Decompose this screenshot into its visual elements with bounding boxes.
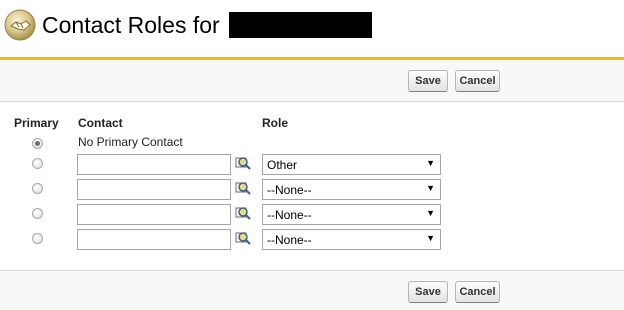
dropdown-arrow-icon: ▼: [426, 183, 435, 193]
page-title: Contact Roles for: [42, 12, 220, 38]
role-select-row-1[interactable]: Other ▼: [262, 154, 441, 175]
contact-input-row-1[interactable]: [77, 154, 231, 175]
contact-input-row-2[interactable]: [77, 179, 231, 200]
cancel-button-top[interactable]: Cancel: [455, 70, 500, 92]
dropdown-arrow-icon: ▼: [426, 233, 435, 243]
dropdown-arrow-icon: ▼: [426, 208, 435, 218]
no-primary-label: No Primary Contact: [78, 135, 183, 149]
role-select-row-2[interactable]: --None-- ▼: [262, 179, 441, 200]
handshake-icon: [4, 9, 36, 41]
role-select-row-3[interactable]: --None-- ▼: [262, 204, 441, 225]
dropdown-arrow-icon: ▼: [426, 158, 435, 168]
contact-input-row-3[interactable]: [77, 204, 231, 225]
redacted-record-name: [229, 12, 372, 38]
role-select-value: --None--: [267, 183, 312, 197]
role-select-value: --None--: [267, 208, 312, 222]
radio-primary-row-4[interactable]: [32, 233, 43, 244]
role-select-value: --None--: [267, 233, 312, 247]
radio-primary-row-1[interactable]: [32, 158, 43, 169]
role-select-row-4[interactable]: --None-- ▼: [262, 229, 441, 250]
save-button-bottom[interactable]: Save: [408, 281, 448, 303]
lookup-icon[interactable]: [235, 180, 252, 197]
cancel-button-bottom[interactable]: Cancel: [455, 281, 500, 303]
divider-bottom: [0, 270, 624, 271]
radio-primary-row-3[interactable]: [32, 208, 43, 219]
col-header-contact: Contact: [78, 116, 123, 130]
lookup-icon[interactable]: [235, 205, 252, 222]
lookup-icon[interactable]: [235, 230, 252, 247]
contact-input-row-4[interactable]: [77, 229, 231, 250]
save-button-top[interactable]: Save: [408, 70, 448, 92]
role-select-value: Other: [267, 158, 298, 172]
page-header: Contact Roles for: [0, 0, 624, 56]
divider-top: [0, 101, 624, 102]
col-header-primary: Primary: [14, 116, 59, 130]
radio-no-primary[interactable]: [32, 138, 43, 149]
radio-primary-row-2[interactable]: [32, 183, 43, 194]
col-header-role: Role: [262, 116, 289, 130]
lookup-icon[interactable]: [235, 155, 252, 172]
